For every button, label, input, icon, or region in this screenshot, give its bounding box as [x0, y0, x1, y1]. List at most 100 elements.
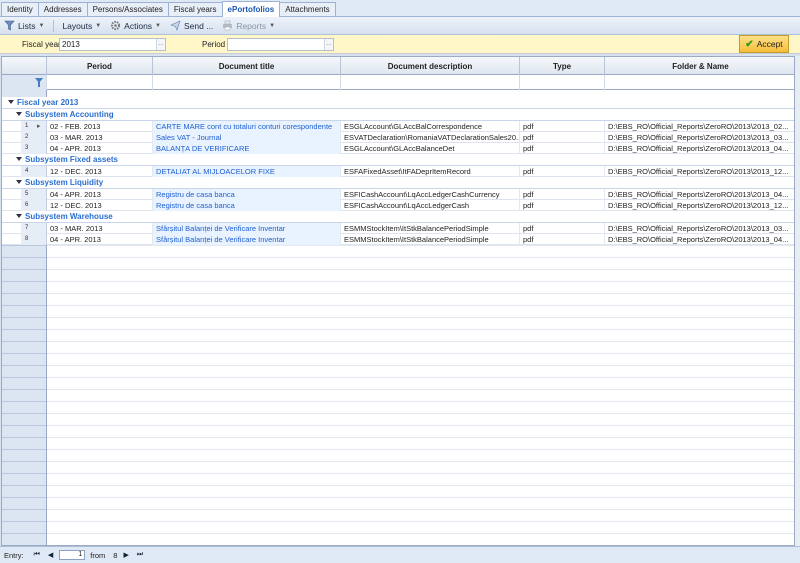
tab-persons-associates[interactable]: Persons/Associates: [86, 2, 169, 16]
title-cell[interactable]: CARTE MARE cont cu totaluri conturi core…: [153, 121, 341, 132]
fiscal-year-field[interactable]: 2013 ...: [59, 38, 166, 51]
folder-cell: D:\EBS_RO\Official_Reports\ZeroRO\2013\2…: [605, 143, 794, 154]
row-number[interactable]: 1: [21, 121, 47, 132]
group-row-liquidity[interactable]: Subsystem Liquidity: [2, 177, 794, 189]
toolbar: Lists ▼ Layouts ▼ Actions ▼ Send ... Rep…: [0, 17, 800, 35]
parameter-bar: Fiscal year 2013 ... Period ...: [0, 35, 800, 54]
accept-button[interactable]: ✔ Accept: [739, 35, 789, 53]
description-cell: ESMMStockItem\ItStkBalancePeriodSimple: [341, 223, 520, 234]
send-button[interactable]: Send ...: [170, 20, 213, 31]
period-cell: 04 - APR. 2013: [47, 143, 153, 154]
tab-eportofolios[interactable]: ePortofolios: [221, 1, 281, 17]
title-cell[interactable]: BALANȚA DE VERIFICARE: [153, 143, 341, 154]
actions-menu[interactable]: Actions ▼: [110, 20, 161, 31]
collapse-arrow-icon[interactable]: [16, 156, 22, 161]
tab-attachments[interactable]: Attachments: [279, 2, 336, 16]
vertical-scrollbar[interactable]: [795, 56, 800, 546]
description-cell: ESGLAccount\GLAccBalCorrespondence: [341, 121, 520, 132]
column-header-type[interactable]: Type: [520, 57, 605, 75]
folder-cell: D:\EBS_RO\Official_Reports\ZeroRO\2013\2…: [605, 189, 794, 200]
column-header-document-title[interactable]: Document title: [153, 57, 341, 75]
title-cell[interactable]: Sfârșitul Balanței de Verificare Inventa…: [153, 234, 341, 245]
period-cell: 04 - APR. 2013: [47, 234, 153, 245]
row-number[interactable]: 7: [21, 223, 47, 234]
row-number[interactable]: 2: [21, 132, 47, 143]
type-cell: pdf: [520, 143, 605, 154]
row-number[interactable]: 4: [21, 166, 47, 177]
next-record-icon[interactable]: ▶: [123, 551, 128, 559]
period-cell: 02 - FEB. 2013: [47, 121, 153, 132]
table-row[interactable]: 2 03 - MAR. 2013 Sales VAT - Journal ESV…: [2, 132, 794, 143]
type-cell: pdf: [520, 166, 605, 177]
period-cell: 03 - MAR. 2013: [47, 223, 153, 234]
title-cell[interactable]: Registru de casa banca: [153, 189, 341, 200]
current-record-input[interactable]: 1: [59, 550, 86, 560]
title-cell[interactable]: Sales VAT - Journal: [153, 132, 341, 143]
row-number[interactable]: 5: [21, 189, 47, 200]
table-row[interactable]: 1 02 - FEB. 2013 CARTE MARE cont cu tota…: [2, 121, 794, 132]
title-cell[interactable]: DETALIAT AL MIJLOACELOR FIXE: [153, 166, 341, 177]
column-header-folder-name[interactable]: Folder & Name: [605, 57, 794, 75]
filter-cell-period[interactable]: [47, 75, 153, 90]
reports-label: Reports: [236, 20, 267, 31]
filter-cell-title[interactable]: [153, 75, 341, 90]
column-header-document-description[interactable]: Document description: [341, 57, 520, 75]
lists-menu[interactable]: Lists ▼: [4, 20, 44, 31]
group-row-accounting[interactable]: Subsystem Accounting: [2, 109, 794, 121]
type-cell: pdf: [520, 132, 605, 143]
last-record-icon[interactable]: ⏭: [137, 551, 143, 559]
table-row[interactable]: 4 12 - DEC. 2013 DETALIAT AL MIJLOACELOR…: [2, 166, 794, 177]
total-records: 8: [113, 550, 118, 560]
row-number[interactable]: 3: [21, 143, 47, 154]
title-cell[interactable]: Sfârșitul Balanței de Verificare Inventa…: [153, 223, 341, 234]
toolbar-separator: [53, 19, 55, 32]
row-number[interactable]: 8: [21, 234, 47, 245]
collapse-arrow-icon[interactable]: [8, 99, 14, 104]
filter-icon[interactable]: [35, 78, 43, 87]
filter-row-selector[interactable]: [2, 75, 47, 90]
table-row[interactable]: 8 04 - APR. 2013 Sfârșitul Balanței de V…: [2, 234, 794, 245]
period-field[interactable]: ...: [227, 38, 334, 51]
type-cell: pdf: [520, 189, 605, 200]
filter-cell-folder[interactable]: [605, 75, 794, 90]
row-number[interactable]: 6: [21, 200, 47, 211]
tab-addresses[interactable]: Addresses: [37, 2, 88, 16]
collapse-arrow-icon[interactable]: [16, 179, 22, 184]
group-row-fiscal-year[interactable]: Fiscal year 2013: [2, 97, 794, 109]
collapse-arrow-icon[interactable]: [16, 111, 22, 116]
period-cell: 03 - MAR. 2013: [47, 132, 153, 143]
tab-fiscal-years[interactable]: Fiscal years: [167, 2, 223, 16]
period-cell: 04 - APR. 2013: [47, 189, 153, 200]
description-cell: ESMMStockItem\ItStkBalancePeriodSimple: [341, 234, 520, 245]
printer-icon: [222, 20, 233, 31]
reports-menu[interactable]: Reports ▼: [222, 20, 275, 31]
folder-cell: D:\EBS_RO\Official_Reports\ZeroRO\2013\2…: [605, 132, 794, 143]
column-header-period[interactable]: Period: [47, 57, 153, 75]
tab-identity[interactable]: Identity: [1, 2, 39, 16]
first-record-icon[interactable]: ⏮: [34, 551, 40, 559]
filter-cell-type[interactable]: [520, 75, 605, 90]
group-label: Subsystem Liquidity: [25, 178, 104, 187]
layouts-menu[interactable]: Layouts ▼: [62, 21, 101, 31]
table-row[interactable]: 3 04 - APR. 2013 BALANȚA DE VERIFICARE E…: [2, 143, 794, 154]
send-icon: [170, 20, 181, 31]
table-row[interactable]: 6 12 - DEC. 2013 Registru de casa banca …: [2, 200, 794, 211]
folder-cell: D:\EBS_RO\Official_Reports\ZeroRO\2013\2…: [605, 200, 794, 211]
ellipsis-icon[interactable]: ...: [156, 39, 165, 50]
type-cell: pdf: [520, 234, 605, 245]
previous-record-icon[interactable]: ◀: [48, 551, 53, 559]
collapse-arrow-icon[interactable]: [16, 213, 22, 218]
title-cell[interactable]: Registru de casa banca: [153, 200, 341, 211]
gear-icon: [110, 20, 121, 31]
checkmark-icon: ✔: [745, 38, 754, 50]
group-row-warehouse[interactable]: Subsystem Warehouse: [2, 211, 794, 223]
table-row[interactable]: 7 03 - MAR. 2013 Sfârșitul Balanței de V…: [2, 223, 794, 234]
description-cell: ESGLAccount\GLAccBalanceDet: [341, 143, 520, 154]
table-row[interactable]: 5 04 - APR. 2013 Registru de casa banca …: [2, 189, 794, 200]
group-row-fixed-assets[interactable]: Subsystem Fixed assets: [2, 154, 794, 166]
group-label: Subsystem Warehouse: [25, 212, 113, 221]
filter-row: [2, 75, 794, 90]
filter-cell-description[interactable]: [341, 75, 520, 90]
type-cell: pdf: [520, 121, 605, 132]
ellipsis-icon[interactable]: ...: [324, 39, 333, 50]
